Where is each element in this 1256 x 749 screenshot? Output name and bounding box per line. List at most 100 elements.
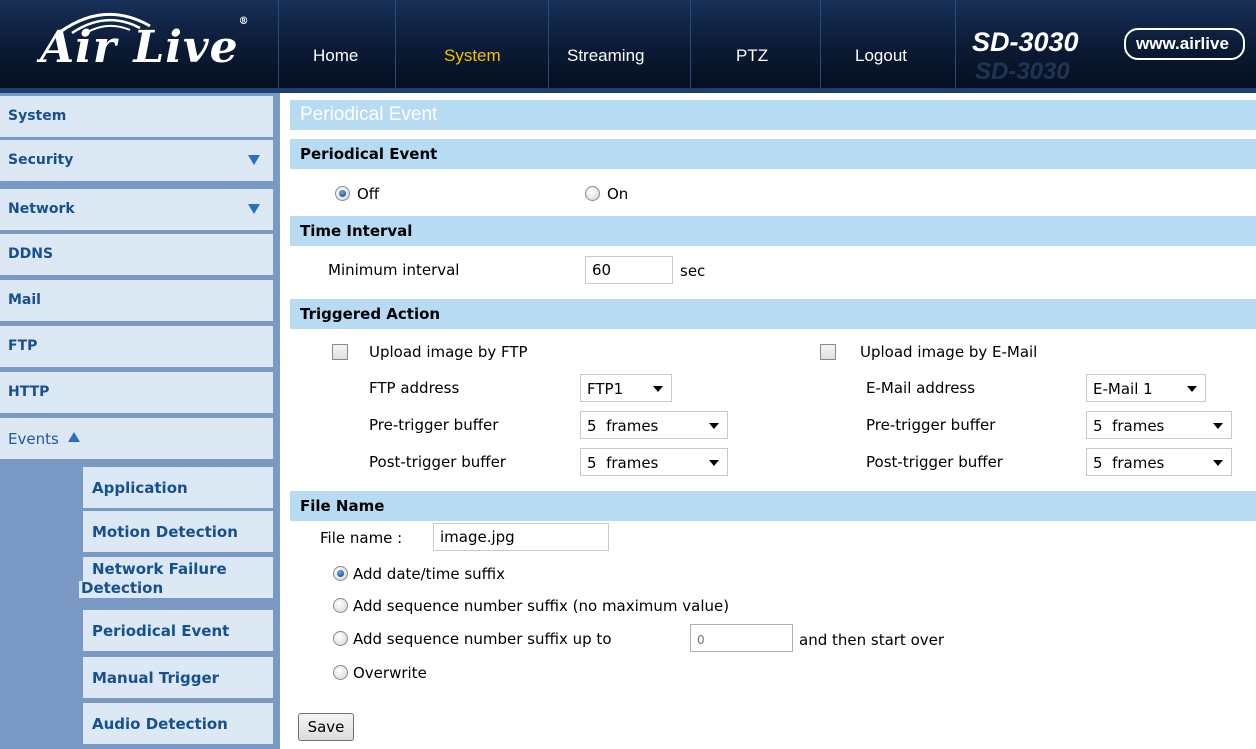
sequence-suffix-limit-radio[interactable] bbox=[333, 631, 348, 646]
model-reflection: SD-3030 bbox=[975, 58, 1070, 85]
sidebar-item-label: DDNS bbox=[8, 246, 54, 262]
interval-unit-label: sec bbox=[680, 262, 706, 280]
chevron-down-icon bbox=[1213, 460, 1223, 466]
section-heading: File Name bbox=[300, 497, 385, 515]
file-name-input[interactable] bbox=[433, 523, 609, 551]
upload-ftp-label: Upload image by FTP bbox=[369, 343, 528, 361]
sidebar-subitem-label: Motion Detection bbox=[92, 523, 238, 541]
save-button[interactable]: Save bbox=[298, 713, 354, 741]
nav-streaming[interactable]: Streaming bbox=[567, 46, 644, 66]
date-time-suffix-label: Add date/time suffix bbox=[353, 565, 506, 583]
sidebar-item-system[interactable]: System bbox=[0, 96, 273, 137]
sidebar-subitem-manual-trigger[interactable]: Manual Trigger bbox=[83, 657, 273, 698]
sidebar-item-security[interactable]: Security bbox=[0, 140, 273, 181]
logo: Air Live® bbox=[0, 0, 278, 88]
chevron-down-icon bbox=[709, 423, 719, 429]
sidebar-subitem-label: Application bbox=[92, 479, 188, 497]
nav-divider bbox=[395, 0, 396, 88]
sequence-suffix-radio[interactable] bbox=[333, 598, 348, 613]
model-name: SD-3030 bbox=[972, 27, 1079, 57]
sidebar-item-label: FTP bbox=[8, 338, 38, 354]
nav-system[interactable]: System bbox=[444, 46, 501, 66]
section-heading: Triggered Action bbox=[300, 305, 441, 323]
header-bar: Air Live® Home System Streaming PTZ Logo… bbox=[0, 0, 1256, 93]
section-triggered-action: Triggered Action bbox=[290, 299, 1256, 329]
page-title-bar: Periodical Event bbox=[290, 100, 1256, 130]
ftp-post-trigger-select[interactable]: 5 frames bbox=[580, 448, 728, 476]
overwrite-radio[interactable] bbox=[333, 665, 348, 680]
sidebar-item-mail[interactable]: Mail bbox=[0, 280, 273, 321]
chevron-down-icon bbox=[653, 386, 663, 392]
nav-divider bbox=[820, 0, 821, 88]
nav-logout[interactable]: Logout bbox=[855, 46, 907, 66]
nav-divider bbox=[690, 0, 691, 88]
nav-ptz[interactable]: PTZ bbox=[736, 46, 768, 66]
file-name-label: File name : bbox=[320, 529, 403, 547]
section-time-interval: Time Interval bbox=[290, 216, 1256, 246]
nav-divider bbox=[955, 0, 956, 88]
select-value: E-Mail 1 bbox=[1093, 380, 1153, 398]
email-address-label: E-Mail address bbox=[866, 379, 976, 397]
sidebar-subitem-network-failure-detection[interactable]: Network Failure Detection bbox=[0, 557, 273, 598]
upload-email-checkbox[interactable] bbox=[820, 344, 836, 360]
sidebar-item-label: Network bbox=[8, 201, 75, 217]
sidebar-item-ddns[interactable]: DDNS bbox=[0, 234, 273, 275]
sidebar-subitem-label-line1: Network Failure bbox=[92, 560, 227, 578]
email-pre-trigger-select[interactable]: 5 frames bbox=[1086, 411, 1232, 439]
sidebar-subitem-periodical-event[interactable]: Periodical Event bbox=[83, 610, 273, 651]
sidebar-item-ftp[interactable]: FTP bbox=[0, 326, 273, 367]
sequence-suffix-limit-label: Add sequence number suffix up to bbox=[353, 630, 612, 648]
main-content: Periodical Event Periodical Event Off On… bbox=[280, 93, 1256, 749]
ftp-address-label: FTP address bbox=[369, 379, 460, 397]
sidebar-subitem-audio-detection[interactable]: Audio Detection bbox=[83, 703, 273, 744]
upload-email-label: Upload image by E-Mail bbox=[860, 343, 1038, 361]
registered-mark: ® bbox=[238, 16, 250, 28]
periodical-on-radio[interactable] bbox=[585, 186, 600, 201]
nav-divider bbox=[548, 0, 549, 88]
ftp-pre-trigger-label: Pre-trigger buffer bbox=[369, 416, 499, 434]
overwrite-label: Overwrite bbox=[353, 664, 427, 682]
sidebar-item-label: Mail bbox=[8, 292, 41, 308]
page-title: Periodical Event bbox=[300, 104, 438, 125]
select-value: 5 frames bbox=[1093, 454, 1165, 472]
website-badge[interactable]: www.airlive bbox=[1124, 28, 1245, 60]
start-over-label: and then start over bbox=[799, 631, 945, 649]
chevron-down-icon bbox=[1187, 386, 1197, 392]
sidebar-subitem-label: Periodical Event bbox=[92, 622, 230, 640]
chevron-down-icon bbox=[709, 460, 719, 466]
email-pre-trigger-label: Pre-trigger buffer bbox=[866, 416, 996, 434]
ftp-post-trigger-label: Post-trigger buffer bbox=[369, 453, 506, 471]
section-heading: Periodical Event bbox=[300, 145, 438, 163]
select-value: FTP1 bbox=[587, 380, 624, 398]
sidebar-item-http[interactable]: HTTP bbox=[0, 372, 273, 413]
upload-ftp-checkbox[interactable] bbox=[332, 344, 348, 360]
sidebar-subitem-motion-detection[interactable]: Motion Detection bbox=[83, 511, 273, 552]
sequence-max-input[interactable] bbox=[690, 624, 793, 652]
sidebar-subitem-label-line2: Detection bbox=[81, 579, 164, 597]
nav-home[interactable]: Home bbox=[313, 46, 358, 66]
email-post-trigger-label: Post-trigger buffer bbox=[866, 453, 1003, 471]
logo-text: Air Live® bbox=[40, 16, 250, 73]
email-address-select[interactable]: E-Mail 1 bbox=[1086, 374, 1206, 402]
sidebar-item-network[interactable]: Network bbox=[0, 189, 273, 230]
email-post-trigger-select[interactable]: 5 frames bbox=[1086, 448, 1232, 476]
select-value: 5 frames bbox=[1093, 417, 1165, 435]
periodical-off-label: Off bbox=[357, 185, 380, 203]
section-periodical-event: Periodical Event bbox=[290, 139, 1256, 169]
date-time-suffix-radio[interactable] bbox=[333, 566, 348, 581]
triangle-down-icon bbox=[248, 155, 260, 165]
periodical-on-label: On bbox=[607, 185, 629, 203]
sidebar-item-label: Events bbox=[8, 430, 59, 448]
sidebar-item-events[interactable]: Events bbox=[0, 418, 273, 459]
periodical-off-radio[interactable] bbox=[335, 186, 350, 201]
sidebar-subitem-application[interactable]: Application bbox=[83, 467, 273, 508]
select-value: 5 frames bbox=[587, 454, 659, 472]
triangle-up-icon bbox=[68, 432, 80, 442]
sidebar-item-label: HTTP bbox=[8, 384, 50, 400]
minimum-interval-input[interactable] bbox=[585, 256, 673, 284]
select-value: 5 frames bbox=[587, 417, 659, 435]
ftp-pre-trigger-select[interactable]: 5 frames bbox=[580, 411, 728, 439]
ftp-address-select[interactable]: FTP1 bbox=[580, 374, 672, 402]
triangle-down-icon bbox=[248, 204, 260, 214]
nav-divider bbox=[278, 0, 279, 88]
